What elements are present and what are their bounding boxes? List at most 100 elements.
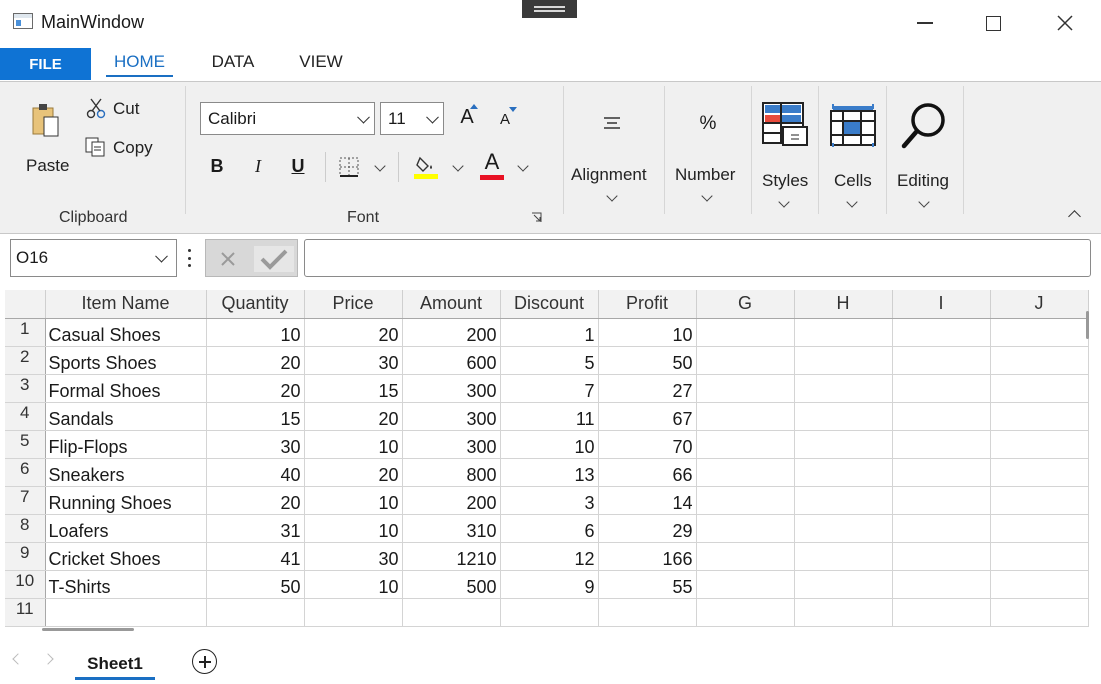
- cell[interactable]: T-Shirts: [45, 570, 207, 599]
- cell[interactable]: [892, 514, 991, 543]
- cell[interactable]: 10: [500, 430, 599, 459]
- cell[interactable]: [45, 598, 207, 627]
- cell[interactable]: 10: [206, 318, 305, 347]
- column-header[interactable]: Amount: [402, 290, 501, 319]
- alignment-button[interactable]: Alignment: [571, 165, 647, 185]
- number-chevron-icon[interactable]: [701, 190, 713, 202]
- cell[interactable]: 3: [500, 486, 599, 515]
- editing-button[interactable]: Editing: [897, 171, 949, 191]
- cell[interactable]: Flip-Flops: [45, 430, 207, 459]
- cell[interactable]: [892, 374, 991, 403]
- row-header[interactable]: 3: [5, 374, 46, 403]
- cell[interactable]: 50: [206, 570, 305, 599]
- cell[interactable]: [696, 486, 795, 515]
- row-header[interactable]: 5: [5, 430, 46, 459]
- alignment-chevron-icon[interactable]: [606, 190, 618, 202]
- name-box[interactable]: O16: [10, 239, 177, 277]
- cell[interactable]: 40: [206, 458, 305, 487]
- cell[interactable]: [990, 570, 1089, 599]
- collapse-ribbon-icon[interactable]: [1068, 210, 1081, 223]
- tab-home[interactable]: HOME: [106, 44, 173, 80]
- fill-color-chevron-icon[interactable]: [452, 160, 464, 172]
- cell[interactable]: 500: [402, 570, 501, 599]
- drag-handle[interactable]: [522, 0, 577, 18]
- cell[interactable]: [990, 486, 1089, 515]
- cell[interactable]: [696, 346, 795, 375]
- cell[interactable]: 67: [598, 402, 697, 431]
- row-header[interactable]: 4: [5, 402, 46, 431]
- borders-button[interactable]: [338, 156, 360, 178]
- font-dialog-launcher[interactable]: [531, 212, 542, 223]
- cell[interactable]: [696, 542, 795, 571]
- cell[interactable]: Sneakers: [45, 458, 207, 487]
- styles-button[interactable]: Styles: [762, 171, 808, 191]
- font-color-chevron-icon[interactable]: [517, 160, 529, 172]
- cell[interactable]: Casual Shoes: [45, 318, 207, 347]
- cell[interactable]: [892, 402, 991, 431]
- cell[interactable]: 310: [402, 514, 501, 543]
- cell[interactable]: [990, 374, 1089, 403]
- copy-button[interactable]: Copy: [113, 138, 153, 158]
- cell[interactable]: Loafers: [45, 514, 207, 543]
- cell[interactable]: 10: [304, 486, 403, 515]
- cell[interactable]: 30: [206, 430, 305, 459]
- cell[interactable]: [794, 598, 893, 627]
- cell[interactable]: [794, 570, 893, 599]
- cell[interactable]: 20: [304, 318, 403, 347]
- row-header[interactable]: 6: [5, 458, 46, 487]
- column-header[interactable]: H: [794, 290, 893, 319]
- cell[interactable]: [696, 374, 795, 403]
- cell[interactable]: 10: [598, 318, 697, 347]
- styles-icon[interactable]: [760, 100, 810, 150]
- cell[interactable]: [794, 402, 893, 431]
- cell[interactable]: [696, 430, 795, 459]
- cell[interactable]: 200: [402, 318, 501, 347]
- select-all-corner[interactable]: [5, 290, 46, 319]
- number-button[interactable]: Number: [675, 165, 735, 185]
- italic-button[interactable]: I: [247, 154, 269, 178]
- cell[interactable]: 166: [598, 542, 697, 571]
- column-header[interactable]: Quantity: [206, 290, 305, 319]
- cell[interactable]: [794, 374, 893, 403]
- tab-view[interactable]: VIEW: [292, 44, 350, 80]
- cell[interactable]: [892, 486, 991, 515]
- cell[interactable]: [990, 458, 1089, 487]
- row-header[interactable]: 9: [5, 542, 46, 571]
- sheet-tab-active[interactable]: Sheet1: [75, 648, 155, 680]
- cell[interactable]: [892, 318, 991, 347]
- font-family-select[interactable]: Calibri: [200, 102, 375, 135]
- cell[interactable]: [794, 486, 893, 515]
- cell[interactable]: 10: [304, 430, 403, 459]
- column-header[interactable]: Item Name: [45, 290, 207, 319]
- cell[interactable]: 1: [500, 318, 599, 347]
- column-header[interactable]: G: [696, 290, 795, 319]
- tab-file[interactable]: FILE: [0, 48, 91, 80]
- cell[interactable]: 66: [598, 458, 697, 487]
- font-size-select[interactable]: 11: [380, 102, 444, 135]
- cell[interactable]: 1210: [402, 542, 501, 571]
- row-header[interactable]: 7: [5, 486, 46, 515]
- cell[interactable]: [990, 598, 1089, 627]
- cell[interactable]: [892, 430, 991, 459]
- column-header[interactable]: I: [892, 290, 991, 319]
- cell[interactable]: 31: [206, 514, 305, 543]
- cell[interactable]: 20: [206, 346, 305, 375]
- column-header[interactable]: Profit: [598, 290, 697, 319]
- cell[interactable]: [696, 458, 795, 487]
- cell[interactable]: [696, 402, 795, 431]
- paste-label[interactable]: Paste: [26, 156, 69, 176]
- cell[interactable]: [892, 542, 991, 571]
- cell[interactable]: [206, 598, 305, 627]
- copy-icon[interactable]: [82, 135, 108, 159]
- cell[interactable]: [794, 458, 893, 487]
- cell[interactable]: 50: [598, 346, 697, 375]
- cell[interactable]: 55: [598, 570, 697, 599]
- cell[interactable]: 800: [402, 458, 501, 487]
- alignment-icon[interactable]: [600, 114, 624, 134]
- cell[interactable]: 10: [304, 570, 403, 599]
- cell[interactable]: Sports Shoes: [45, 346, 207, 375]
- row-header[interactable]: 2: [5, 346, 46, 375]
- borders-chevron-icon[interactable]: [374, 160, 386, 172]
- row-header[interactable]: 11: [5, 598, 46, 627]
- cell[interactable]: 29: [598, 514, 697, 543]
